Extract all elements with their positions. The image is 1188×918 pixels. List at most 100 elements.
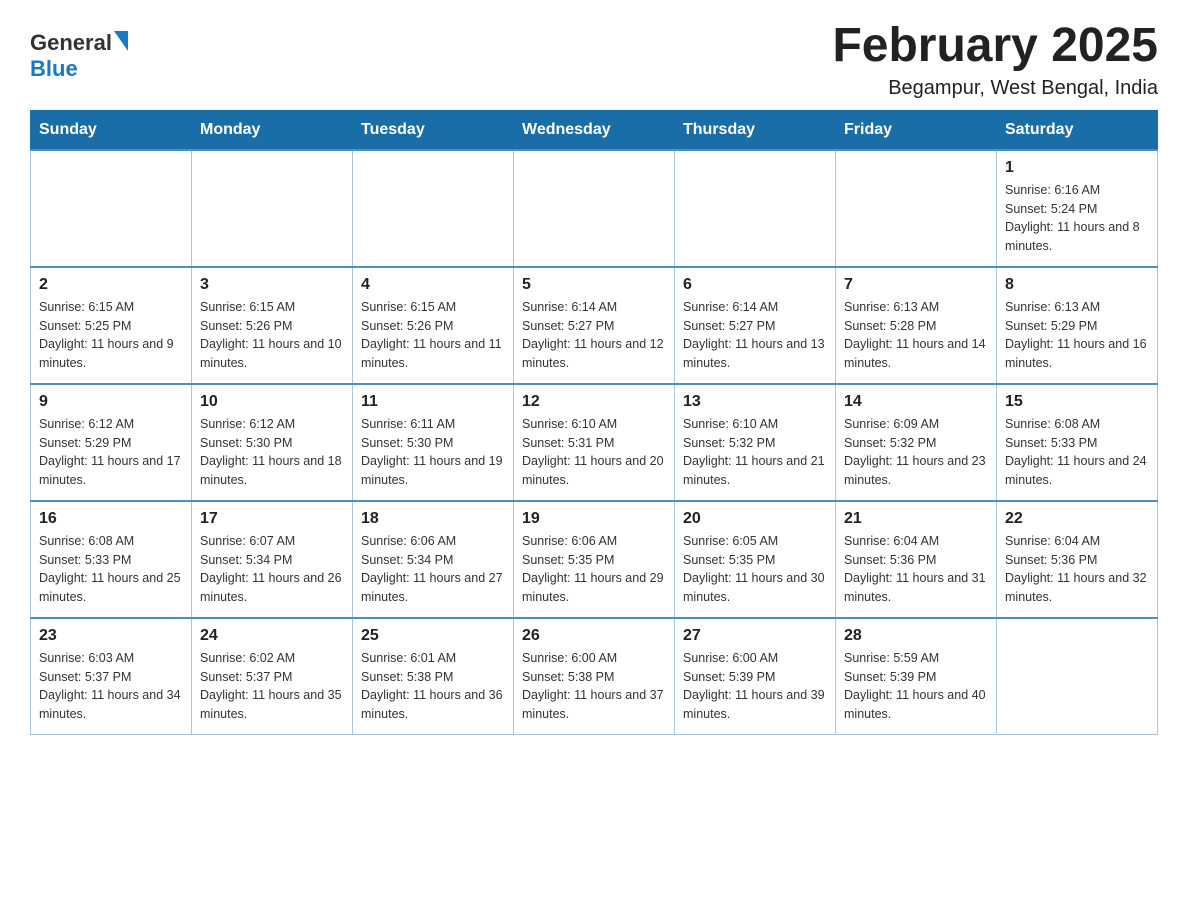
weekday-header-friday: Friday [836, 110, 997, 150]
weekday-header-saturday: Saturday [997, 110, 1158, 150]
day-info: Sunrise: 6:07 AMSunset: 5:34 PMDaylight:… [200, 532, 344, 607]
day-number: 2 [39, 276, 183, 294]
calendar-cell [997, 618, 1158, 735]
week-row-1: 1 Sunrise: 6:16 AMSunset: 5:24 PMDaylight… [31, 150, 1158, 267]
day-number: 18 [361, 510, 505, 528]
day-number: 27 [683, 627, 827, 645]
calendar-cell [675, 150, 836, 267]
day-info: Sunrise: 6:13 AMSunset: 5:29 PMDaylight:… [1005, 298, 1149, 373]
day-info: Sunrise: 6:14 AMSunset: 5:27 PMDaylight:… [522, 298, 666, 373]
day-number: 3 [200, 276, 344, 294]
day-number: 15 [1005, 393, 1149, 411]
day-info: Sunrise: 5:59 AMSunset: 5:39 PMDaylight:… [844, 649, 988, 724]
day-info: Sunrise: 6:08 AMSunset: 5:33 PMDaylight:… [39, 532, 183, 607]
calendar-cell: 17 Sunrise: 6:07 AMSunset: 5:34 PMDayligh… [192, 501, 353, 618]
day-info: Sunrise: 6:16 AMSunset: 5:24 PMDaylight:… [1005, 181, 1149, 256]
day-info: Sunrise: 6:05 AMSunset: 5:35 PMDaylight:… [683, 532, 827, 607]
logo-first-line: General [30, 30, 128, 56]
calendar-cell: 23 Sunrise: 6:03 AMSunset: 5:37 PMDayligh… [31, 618, 192, 735]
day-number: 14 [844, 393, 988, 411]
calendar-cell: 2 Sunrise: 6:15 AMSunset: 5:25 PMDaylight… [31, 267, 192, 384]
day-info: Sunrise: 6:13 AMSunset: 5:28 PMDaylight:… [844, 298, 988, 373]
day-number: 9 [39, 393, 183, 411]
calendar-cell: 22 Sunrise: 6:04 AMSunset: 5:36 PMDayligh… [997, 501, 1158, 618]
day-info: Sunrise: 6:14 AMSunset: 5:27 PMDaylight:… [683, 298, 827, 373]
calendar-cell [836, 150, 997, 267]
weekday-header-row: SundayMondayTuesdayWednesdayThursdayFrid… [31, 110, 1158, 150]
calendar-cell: 19 Sunrise: 6:06 AMSunset: 5:35 PMDayligh… [514, 501, 675, 618]
weekday-header-sunday: Sunday [31, 110, 192, 150]
day-number: 5 [522, 276, 666, 294]
calendar-cell: 21Sunrise: 6:04 AMSunset: 5:36 PMDayligh… [836, 501, 997, 618]
calendar-cell: 1 Sunrise: 6:16 AMSunset: 5:24 PMDaylight… [997, 150, 1158, 267]
day-info: Sunrise: 6:02 AMSunset: 5:37 PMDaylight:… [200, 649, 344, 724]
day-info: Sunrise: 6:15 AMSunset: 5:26 PMDaylight:… [200, 298, 344, 373]
calendar-cell: 28Sunrise: 5:59 AMSunset: 5:39 PMDayligh… [836, 618, 997, 735]
calendar-title: February 2025 [832, 20, 1158, 73]
day-info: Sunrise: 6:10 AMSunset: 5:31 PMDaylight:… [522, 415, 666, 490]
calendar-cell: 11Sunrise: 6:11 AMSunset: 5:30 PMDayligh… [353, 384, 514, 501]
day-number: 21 [844, 510, 988, 528]
day-info: Sunrise: 6:09 AMSunset: 5:32 PMDaylight:… [844, 415, 988, 490]
day-number: 13 [683, 393, 827, 411]
day-info: Sunrise: 6:03 AMSunset: 5:37 PMDaylight:… [39, 649, 183, 724]
week-row-5: 23 Sunrise: 6:03 AMSunset: 5:37 PMDayligh… [31, 618, 1158, 735]
week-row-2: 2 Sunrise: 6:15 AMSunset: 5:25 PMDaylight… [31, 267, 1158, 384]
weekday-header-monday: Monday [192, 110, 353, 150]
calendar-cell: 7 Sunrise: 6:13 AMSunset: 5:28 PMDaylight… [836, 267, 997, 384]
day-number: 25 [361, 627, 505, 645]
day-number: 7 [844, 276, 988, 294]
day-info: Sunrise: 6:15 AMSunset: 5:26 PMDaylight:… [361, 298, 505, 373]
day-number: 4 [361, 276, 505, 294]
logo-text-blue: Blue [30, 56, 78, 82]
calendar-cell: 13 Sunrise: 6:10 AMSunset: 5:32 PMDayligh… [675, 384, 836, 501]
day-info: Sunrise: 6:06 AMSunset: 5:35 PMDaylight:… [522, 532, 666, 607]
calendar-cell: 8 Sunrise: 6:13 AMSunset: 5:29 PMDaylight… [997, 267, 1158, 384]
day-number: 26 [522, 627, 666, 645]
calendar-cell: 16Sunrise: 6:08 AMSunset: 5:33 PMDayligh… [31, 501, 192, 618]
calendar-cell [31, 150, 192, 267]
day-info: Sunrise: 6:08 AMSunset: 5:33 PMDaylight:… [1005, 415, 1149, 490]
day-number: 1 [1005, 159, 1149, 177]
calendar-cell: 12 Sunrise: 6:10 AMSunset: 5:31 PMDayligh… [514, 384, 675, 501]
day-number: 20 [683, 510, 827, 528]
calendar-cell: 24 Sunrise: 6:02 AMSunset: 5:37 PMDayligh… [192, 618, 353, 735]
calendar-cell: 5 Sunrise: 6:14 AMSunset: 5:27 PMDaylight… [514, 267, 675, 384]
day-info: Sunrise: 6:12 AMSunset: 5:29 PMDaylight:… [39, 415, 183, 490]
calendar-cell: 26Sunrise: 6:00 AMSunset: 5:38 PMDayligh… [514, 618, 675, 735]
calendar-cell: 9 Sunrise: 6:12 AMSunset: 5:29 PMDaylight… [31, 384, 192, 501]
day-info: Sunrise: 6:01 AMSunset: 5:38 PMDaylight:… [361, 649, 505, 724]
page-header: GeneralBlue February 2025 Begampur, West… [30, 20, 1158, 100]
day-info: Sunrise: 6:11 AMSunset: 5:30 PMDaylight:… [361, 415, 505, 490]
day-info: Sunrise: 6:06 AMSunset: 5:34 PMDaylight:… [361, 532, 505, 607]
logo-triangle-icon [114, 31, 128, 51]
logo: GeneralBlue [30, 30, 128, 82]
title-area: February 2025 Begampur, West Bengal, Ind… [832, 20, 1158, 100]
day-number: 22 [1005, 510, 1149, 528]
day-info: Sunrise: 6:15 AMSunset: 5:25 PMDaylight:… [39, 298, 183, 373]
calendar-cell: 14 Sunrise: 6:09 AMSunset: 5:32 PMDayligh… [836, 384, 997, 501]
day-number: 8 [1005, 276, 1149, 294]
calendar-cell: 4 Sunrise: 6:15 AMSunset: 5:26 PMDaylight… [353, 267, 514, 384]
day-number: 23 [39, 627, 183, 645]
day-number: 12 [522, 393, 666, 411]
weekday-header-tuesday: Tuesday [353, 110, 514, 150]
weekday-header-wednesday: Wednesday [514, 110, 675, 150]
logo-text-general: General [30, 30, 112, 56]
day-info: Sunrise: 6:04 AMSunset: 5:36 PMDaylight:… [1005, 532, 1149, 607]
calendar-cell: 10Sunrise: 6:12 AMSunset: 5:30 PMDayligh… [192, 384, 353, 501]
calendar-cell [353, 150, 514, 267]
day-number: 24 [200, 627, 344, 645]
day-number: 19 [522, 510, 666, 528]
day-number: 10 [200, 393, 344, 411]
calendar-subtitle: Begampur, West Bengal, India [832, 77, 1158, 100]
calendar-cell: 27 Sunrise: 6:00 AMSunset: 5:39 PMDayligh… [675, 618, 836, 735]
calendar-cell: 3 Sunrise: 6:15 AMSunset: 5:26 PMDaylight… [192, 267, 353, 384]
calendar-cell [192, 150, 353, 267]
day-info: Sunrise: 6:00 AMSunset: 5:39 PMDaylight:… [683, 649, 827, 724]
calendar-cell [514, 150, 675, 267]
calendar-cell: 6 Sunrise: 6:14 AMSunset: 5:27 PMDaylight… [675, 267, 836, 384]
day-number: 17 [200, 510, 344, 528]
day-info: Sunrise: 6:10 AMSunset: 5:32 PMDaylight:… [683, 415, 827, 490]
day-number: 6 [683, 276, 827, 294]
